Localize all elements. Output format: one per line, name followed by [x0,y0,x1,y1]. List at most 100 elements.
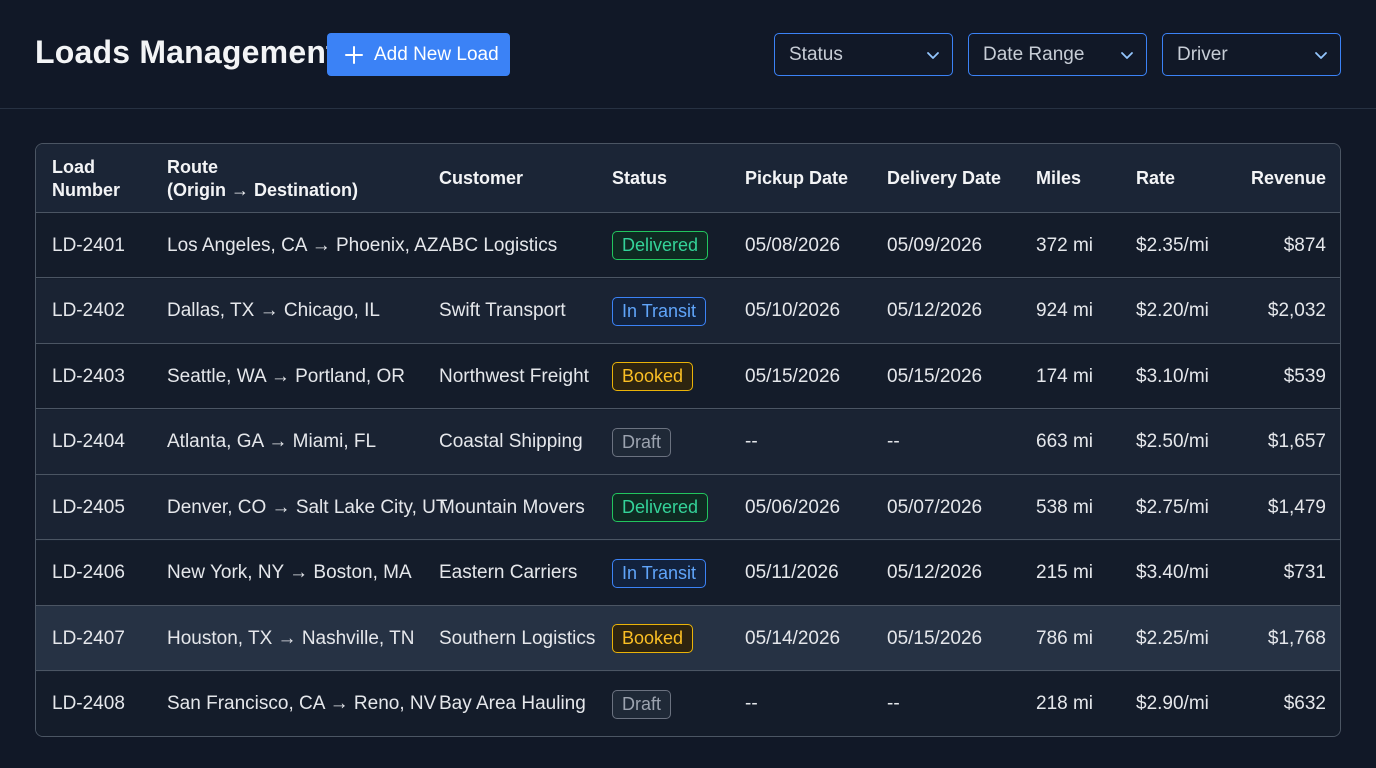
status-cell: In Transit [612,541,707,606]
column-header-load-number[interactable]: Load Number [52,144,120,213]
add-new-load-button[interactable]: Add New Load [327,33,510,76]
table-row[interactable]: LD-2404 Atlanta, GA → Miami, FL Coastal Sh… [36,409,1340,475]
rate-cell: $2.90/mi [1136,693,1209,714]
table-row[interactable]: LD-2401 Los Angeles, CA → Phoenix, AZ ABC … [36,213,1340,278]
column-header-delivery-date[interactable]: Delivery Date [887,144,1001,213]
customer-cell: Eastern Carriers [439,562,578,583]
column-header-rate[interactable]: Rate [1136,144,1175,213]
delivery-date-cell: -- [887,431,900,452]
miles-cell: 215 mi [1036,562,1094,583]
page-title: Loads Management [35,34,337,70]
column-header-customer[interactable]: Customer [439,144,523,213]
load-number-cell: LD-2402 [52,300,125,321]
load-number-cell: LD-2404 [52,431,125,452]
miles-cell: 538 mi [1036,496,1094,518]
status-cell: Booked [612,606,694,671]
status-badge: Booked [612,624,694,653]
status-badge: Delivered [612,231,709,260]
status-badge: Delivered [612,493,709,522]
status-badge: Draft [612,689,672,719]
miles-cell: 924 mi [1036,300,1094,321]
load-number-cell: LD-2406 [52,562,125,583]
pickup-date-cell: 05/11/2026 [745,562,839,583]
status-filter-dropdown[interactable]: Status [774,33,953,76]
delivery-date-cell: -- [887,693,900,714]
table-row[interactable]: LD-2403 Seattle, WA → Portland, OR Northwe… [36,344,1340,409]
route-cell: Los Angeles, CA → Phoenix, AZ [167,234,439,256]
add-new-load-label: Add New Load [374,43,499,65]
delivery-date-cell: 05/09/2026 [887,234,983,256]
date-range-filter-dropdown[interactable]: Date Range [968,33,1147,76]
load-number-cell: LD-2408 [52,693,125,714]
chevron-down-icon [926,48,940,62]
route-cell: Denver, CO → Salt Lake City, UT [167,496,448,518]
route-cell: Dallas, TX → Chicago, IL [167,300,380,321]
revenue-cell: $1,768 [1267,627,1326,649]
pickup-date-cell: 05/15/2026 [745,365,841,387]
pickup-date-cell: 05/10/2026 [745,300,841,321]
customer-cell: Northwest Freight [439,365,589,387]
revenue-cell: $731 [1283,562,1326,583]
rate-cell: $2.20/mi [1136,300,1209,321]
status-cell: Draft [612,672,672,737]
status-filter-label: Status [789,43,843,65]
miles-cell: 372 mi [1036,234,1094,256]
column-header-miles[interactable]: Miles [1036,144,1081,213]
column-header-route[interactable]: Route (Origin → Destination) [167,144,358,213]
miles-cell: 218 mi [1036,693,1094,714]
load-number-cell: LD-2403 [52,365,125,387]
pickup-date-cell: -- [745,431,758,452]
chevron-down-icon [1120,48,1134,62]
table-row[interactable]: LD-2402 Dallas, TX → Chicago, IL Swift Tra… [36,278,1340,344]
column-header-revenue[interactable]: Revenue [1251,144,1326,213]
column-header-pickup-date[interactable]: Pickup Date [745,144,848,213]
delivery-date-cell: 05/15/2026 [887,627,983,649]
route-cell: Atlanta, GA → Miami, FL [167,431,377,452]
customer-cell: Bay Area Hauling [439,693,586,714]
revenue-cell: $874 [1283,234,1326,256]
status-cell: Delivered [612,213,709,278]
rate-cell: $2.25/mi [1136,627,1209,649]
driver-filter-dropdown[interactable]: Driver [1162,33,1341,76]
customer-cell: ABC Logistics [439,234,558,256]
table-row[interactable]: LD-2407 Houston, TX → Nashville, TN Southe… [36,606,1340,671]
plus-icon [345,45,363,64]
status-cell: Delivered [612,475,709,540]
status-badge: In Transit [612,558,707,588]
table-row[interactable]: LD-2405 Denver, CO → Salt Lake City, UT Mo… [36,475,1340,540]
load-number-cell: LD-2405 [52,496,125,518]
table-row[interactable]: LD-2408 San Francisco, CA → Reno, NV Bay A… [36,671,1340,737]
route-cell: Houston, TX → Nashville, TN [167,627,415,649]
miles-cell: 786 mi [1036,627,1094,649]
table-row[interactable]: LD-2406 New York, NY → Boston, MA Eastern … [36,540,1340,606]
route-cell: Seattle, WA → Portland, OR [167,365,405,387]
rate-cell: $3.40/mi [1136,562,1209,583]
status-badge: Booked [612,362,694,391]
status-cell: Booked [612,344,694,409]
rate-cell: $3.10/mi [1136,365,1209,387]
delivery-date-cell: 05/15/2026 [887,365,983,387]
miles-cell: 663 mi [1036,431,1094,452]
load-number-cell: LD-2401 [52,234,125,256]
customer-cell: Swift Transport [439,300,566,321]
rate-cell: $2.75/mi [1136,496,1209,518]
chevron-down-icon [1314,48,1328,62]
customer-cell: Mountain Movers [439,496,585,518]
pickup-date-cell: 05/08/2026 [745,234,841,256]
delivery-date-cell: 05/07/2026 [887,496,983,518]
revenue-cell: $632 [1283,693,1326,714]
rate-cell: $2.35/mi [1136,234,1209,256]
column-header-status[interactable]: Status [612,144,667,213]
status-badge: Draft [612,427,672,457]
customer-cell: Coastal Shipping [439,431,583,452]
rate-cell: $2.50/mi [1136,431,1209,452]
customer-cell: Southern Logistics [439,627,596,649]
pickup-date-cell: 05/14/2026 [745,627,841,649]
route-cell: San Francisco, CA → Reno, NV [167,693,437,714]
load-number-cell: LD-2407 [52,627,125,649]
driver-filter-label: Driver [1177,43,1228,65]
status-badge: In Transit [612,296,707,326]
loads-table: Load Number Route (Origin → Destination) C… [35,143,1341,737]
pickup-date-cell: -- [745,693,758,714]
revenue-cell: $539 [1283,365,1326,387]
